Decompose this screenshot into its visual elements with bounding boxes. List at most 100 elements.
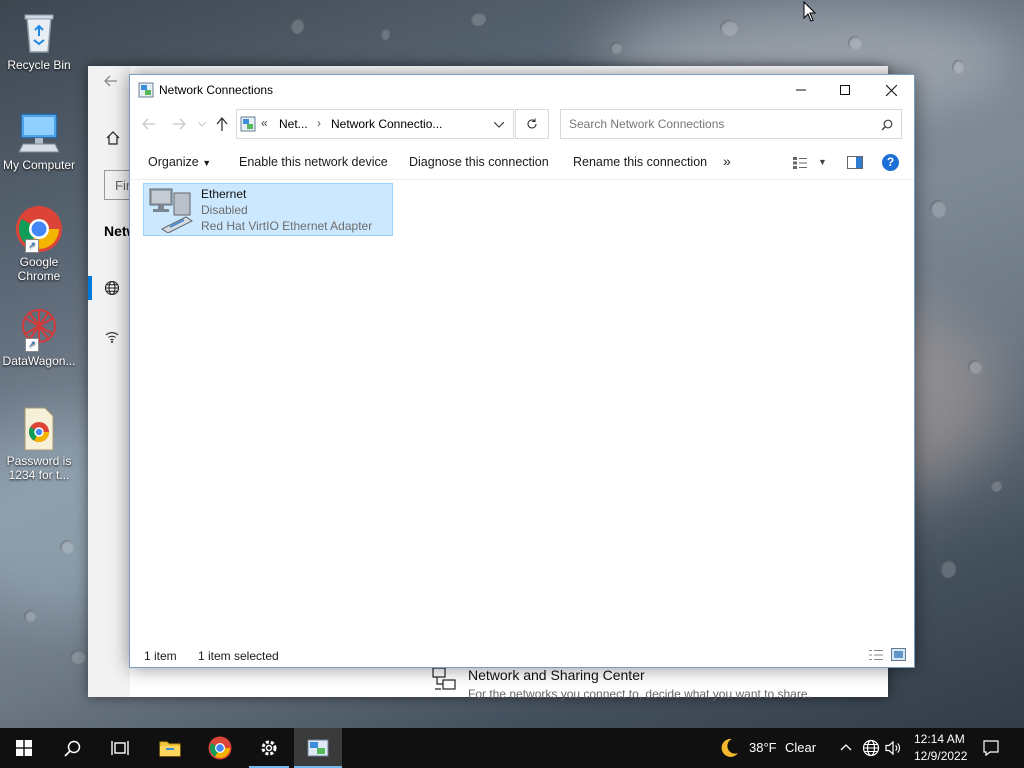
taskbar-chrome[interactable]: [196, 728, 244, 768]
window-title: Network Connections: [159, 83, 274, 97]
minimize-icon: [796, 89, 806, 91]
settings-nav-active-indicator: [88, 276, 92, 300]
shortcut-arrow-icon: ↗: [25, 338, 39, 352]
address-bar[interactable]: « Net... › Network Connectio...: [236, 109, 514, 139]
folder-icon: [159, 741, 181, 757]
details-view-icon[interactable]: [868, 649, 884, 661]
recycle-bin-icon: [15, 8, 63, 56]
start-button[interactable]: [0, 728, 48, 768]
chrome-icon: [208, 736, 232, 760]
connection-status: Disabled: [201, 203, 248, 217]
desktop-icon-label: Recycle Bin: [7, 58, 71, 72]
clock[interactable]: 12:14 AM 12/9/2022: [910, 728, 970, 768]
desktop-icon-label: Password is 1234 for t...: [6, 454, 72, 482]
minimize-button[interactable]: [778, 75, 824, 105]
task-view-button[interactable]: [96, 728, 144, 768]
network-connections-icon: [307, 739, 329, 757]
search-input[interactable]: Search Network Connections: [569, 117, 724, 131]
forward-arrow-icon[interactable]: [172, 118, 186, 130]
search-icon: [881, 119, 893, 131]
maximize-button[interactable]: [822, 75, 868, 105]
item-count: 1 item: [144, 649, 177, 663]
wifi-icon[interactable]: [105, 330, 119, 344]
diagnose-connection-button[interactable]: Diagnose this connection: [409, 155, 549, 169]
view-options-chevron-icon[interactable]: ▼: [818, 157, 827, 167]
network-globe-icon[interactable]: [862, 739, 880, 757]
clock-time: 12:14 AM: [914, 732, 965, 746]
taskbar: 38°F Clear 12:14 AM 12/9/2022: [0, 728, 1024, 768]
desktop-icon-label: DataWagon...: [2, 354, 76, 368]
settings-sidebar: [88, 66, 130, 697]
show-hidden-icons-chevron-icon[interactable]: [840, 743, 852, 751]
search-button[interactable]: [48, 728, 96, 768]
computer-icon: [15, 108, 63, 156]
desktop-icon-google-chrome[interactable]: ↗ Google Chrome: [2, 205, 76, 283]
connection-item-ethernet[interactable]: Ethernet Disabled Red Hat VirtIO Etherne…: [143, 183, 393, 236]
large-icons-view-icon[interactable]: [891, 648, 906, 661]
volume-icon[interactable]: [884, 739, 902, 757]
close-icon: [885, 84, 897, 96]
maximize-icon: [840, 85, 850, 95]
home-icon[interactable]: [105, 130, 121, 146]
dropdown-chevron-icon: ▼: [202, 158, 212, 168]
sharing-center-description: For the networks you connect to, decide …: [468, 687, 811, 701]
breadcrumb-separator-icon: ›: [317, 116, 321, 130]
desktop-icon-password-file[interactable]: Password is 1234 for t...: [2, 404, 76, 482]
taskbar-settings[interactable]: [245, 728, 293, 768]
address-dropdown-chevron-icon[interactable]: [494, 122, 504, 128]
moon-icon: [721, 738, 738, 757]
chrome-icon: ↗: [15, 205, 63, 253]
weather-temperature: 38°F: [749, 740, 777, 755]
desktop-icon-label: Google Chrome: [17, 255, 61, 283]
title-bar[interactable]: Network Connections: [130, 75, 914, 105]
organize-button[interactable]: Organize ▼: [148, 155, 211, 169]
task-view-icon: [111, 741, 129, 755]
search-icon: [63, 740, 80, 757]
desktop-icon-recycle-bin[interactable]: Recycle Bin: [2, 8, 76, 72]
change-view-icon[interactable]: [792, 156, 808, 170]
recent-locations-chevron-icon[interactable]: [198, 122, 206, 127]
refresh-button[interactable]: [515, 109, 549, 139]
datawagon-icon: ↗: [15, 304, 63, 352]
network-connections-icon: [138, 82, 154, 98]
breadcrumb-network-connections[interactable]: Network Connectio...: [331, 117, 442, 131]
weather-condition: Clear: [785, 740, 817, 755]
preview-pane-icon[interactable]: [847, 156, 863, 169]
taskbar-network-connections[interactable]: [294, 728, 342, 768]
address-overflow-prefix[interactable]: «: [261, 116, 268, 130]
refresh-icon: [527, 118, 537, 129]
weather-widget[interactable]: 38°F Clear: [716, 728, 820, 768]
mouse-cursor-icon: [803, 1, 817, 22]
chrome-file-icon: [15, 404, 63, 452]
control-panel-icon: [240, 116, 256, 132]
shortcut-arrow-icon: ↗: [25, 239, 39, 253]
desktop-icon-my-computer[interactable]: My Computer: [2, 108, 76, 172]
breadcrumb-net[interactable]: Net...: [279, 117, 308, 131]
clock-date: 12/9/2022: [914, 749, 968, 763]
help-icon[interactable]: ?: [882, 154, 899, 171]
connection-name: Ethernet: [201, 187, 247, 201]
notification-center-icon[interactable]: [982, 739, 1000, 757]
desktop-icon-datawagon[interactable]: ↗ DataWagon...: [2, 304, 76, 368]
search-box[interactable]: Search Network Connections: [560, 109, 902, 139]
globe-icon[interactable]: [104, 280, 120, 296]
network-sharing-icon: [432, 667, 456, 690]
command-bar: Organize ▼ Enable this network device Di…: [130, 147, 914, 180]
enable-network-device-button[interactable]: Enable this network device: [239, 155, 388, 169]
back-arrow-icon[interactable]: [104, 74, 118, 88]
back-arrow-icon[interactable]: [142, 118, 156, 130]
sharing-center-title: Network and Sharing Center: [468, 667, 645, 683]
network-connections-window: Network Connections « Net... › Network C…: [129, 74, 915, 668]
close-button[interactable]: [868, 75, 914, 105]
selection-count: 1 item selected: [198, 649, 279, 663]
windows-logo-icon: [16, 740, 32, 756]
ethernet-adapter-icon: [149, 188, 193, 233]
status-bar: 1 item 1 item selected: [130, 643, 914, 667]
rename-connection-button[interactable]: Rename this connection: [573, 155, 707, 169]
taskbar-file-explorer[interactable]: [146, 728, 194, 768]
gear-icon: [261, 740, 277, 756]
connection-device: Red Hat VirtIO Ethernet Adapter: [201, 219, 373, 233]
up-arrow-icon[interactable]: [216, 117, 228, 131]
more-commands-button[interactable]: »: [723, 153, 731, 169]
desktop-icon-label: My Computer: [2, 158, 76, 172]
